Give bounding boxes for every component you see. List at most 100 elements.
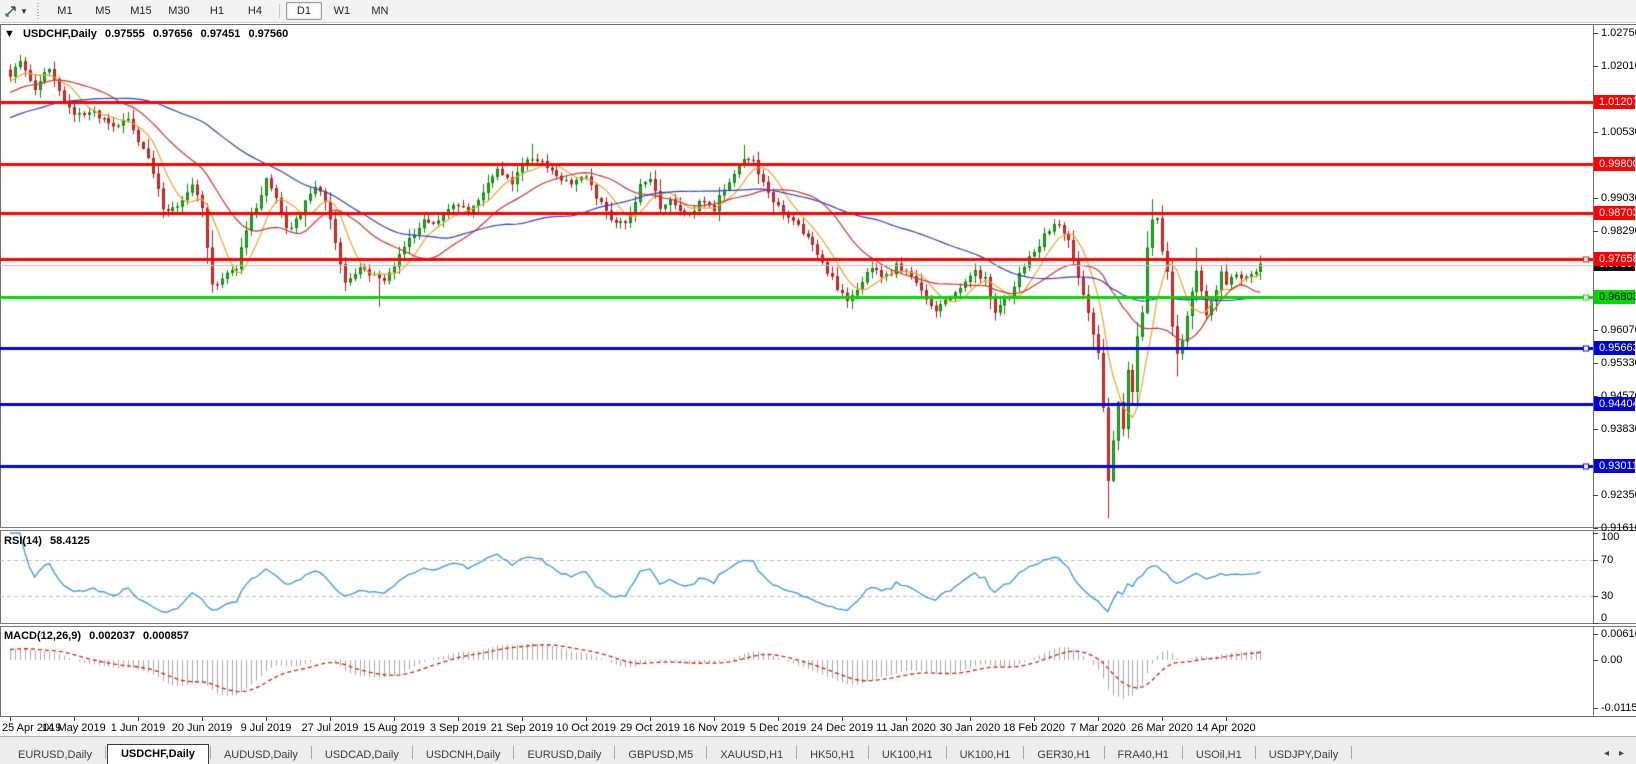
date-tick-label: 21 Sep 2019 — [490, 722, 554, 734]
chart-tab-hk50-h1[interactable]: HK50,H1 — [798, 746, 867, 764]
chart-tab-gbpusd-m5[interactable]: GBPUSD,M5 — [616, 746, 705, 764]
date-tick-mark — [457, 717, 459, 721]
hline-price-label: 1.01207 — [1594, 94, 1636, 109]
timeframe-button-m5[interactable]: M5 — [85, 2, 121, 20]
price-tick-mark — [1593, 131, 1598, 133]
rsi-tick-mark — [1593, 623, 1598, 624]
price-tick-mark — [1593, 33, 1598, 34]
chart-cursor-tool[interactable]: ▼ — [0, 2, 32, 20]
rsi-indicator-panel[interactable] — [0, 531, 1593, 623]
chart-tab-usdjpy-daily[interactable]: USDJPY,Daily — [1257, 746, 1351, 764]
tab-separator — [1351, 746, 1353, 759]
chart-tab-fra40-h1[interactable]: FRA40,H1 — [1106, 746, 1181, 764]
rsi-tick-label: 30 — [1601, 590, 1614, 602]
date-tick-label: 16 Nov 2019 — [682, 722, 746, 734]
chart-tab-eurusd-daily[interactable]: EURUSD,Daily — [515, 746, 613, 764]
price-tick-mark — [1593, 528, 1598, 529]
price-tick-label: 1.02750 — [1601, 27, 1636, 39]
tab-separator — [411, 746, 413, 759]
timeframe-button-mn[interactable]: MN — [362, 2, 398, 20]
date-tick-label: 15 Aug 2019 — [363, 722, 425, 734]
tab-separator — [945, 746, 947, 759]
rsi-tick-mark — [1593, 533, 1598, 534]
tab-separator — [310, 746, 312, 759]
date-tick-label: 9 Jul 2019 — [240, 722, 292, 734]
date-tick-mark — [905, 717, 907, 721]
chart-tab-xauusd-h1[interactable]: XAUUSD,H1 — [708, 746, 795, 764]
price-tick-mark — [1593, 429, 1598, 431]
price-tick-mark — [1593, 198, 1598, 200]
date-tick-mark — [585, 717, 587, 721]
timeframe-button-h4[interactable]: H4 — [237, 2, 273, 20]
hline-price-label: 0.98703 — [1594, 205, 1636, 220]
toolbar-grip — [35, 3, 40, 19]
timeframe-button-m30[interactable]: M30 — [161, 2, 197, 20]
chart-tab-usdcnh-daily[interactable]: USDCNH,Daily — [414, 746, 513, 764]
date-tick-mark — [713, 717, 715, 721]
date-tick-mark — [1097, 717, 1099, 721]
tab-separator — [867, 746, 869, 759]
timeframe-button-m1[interactable]: M1 — [47, 2, 83, 20]
chevron-down-icon[interactable]: ▼ — [20, 7, 28, 16]
chart-tab-audusd-daily[interactable]: AUDUSD,Daily — [212, 746, 310, 764]
date-tick-label: 26 Mar 2020 — [1131, 722, 1193, 734]
price-tick-mark — [1593, 329, 1598, 331]
tab-separator — [1023, 746, 1025, 759]
price-tick-label: 0.99030 — [1601, 192, 1636, 205]
chart-tab-uk100-h1[interactable]: UK100,H1 — [948, 746, 1023, 764]
hline-price-label: 0.99800 — [1594, 157, 1636, 172]
hline-price-label: 0.94404 — [1594, 396, 1636, 411]
tabs-scroll-right-icon[interactable]: ▸ — [1619, 748, 1624, 759]
tab-separator — [209, 746, 211, 759]
date-tick-label: 27 Jul 2019 — [301, 722, 359, 734]
title-low: 0.97451 — [200, 28, 241, 40]
date-tick-mark — [649, 717, 651, 721]
date-tick-label: 11 Jan 2020 — [876, 722, 936, 734]
date-tick-label: 29 Oct 2019 — [620, 722, 680, 734]
chart-tab-usoil-h1[interactable]: USOil,H1 — [1184, 746, 1254, 764]
macd-tick-mark — [1593, 634, 1598, 636]
chart-tab-ger30-h1[interactable]: GER30,H1 — [1025, 746, 1102, 764]
rsi-tick-label: 70 — [1601, 554, 1614, 566]
timeframe-button-w1[interactable]: W1 — [324, 2, 360, 20]
macd-tick-label: 0.00 — [1601, 654, 1623, 666]
rsi-name: RSI(14) — [4, 535, 42, 547]
date-tick-mark — [841, 717, 843, 721]
chart-tab-usdcad-daily[interactable]: USDCAD,Daily — [313, 746, 411, 764]
timeframe-button-h1[interactable]: H1 — [199, 2, 235, 20]
date-tick-label: 5 Dec 2019 — [749, 722, 807, 734]
date-tick-label: 7 Mar 2020 — [1070, 722, 1126, 734]
date-tick-mark — [10, 717, 11, 721]
rsi-value: 58.4125 — [49, 535, 90, 547]
chart-tab-uk100-h1[interactable]: UK100,H1 — [870, 746, 945, 764]
macd-tick-mark — [1593, 707, 1598, 709]
macd-tick-label: 0.006167 — [1601, 628, 1636, 641]
price-tick-label: 1.00530 — [1601, 125, 1636, 138]
date-tick-label: 3 Sep 2019 — [429, 722, 487, 734]
price-tick-mark — [1593, 231, 1598, 233]
date-tick-label: 30 Jan 2020 — [939, 722, 1001, 734]
chart-title[interactable]: ▼ USDCHF,Daily 0.97555 0.97656 0.97451 0… — [4, 28, 293, 40]
timeframe-button-d1[interactable]: D1 — [285, 2, 322, 20]
tab-separator — [796, 746, 798, 759]
macd-signal-value: 0.000857 — [143, 630, 189, 642]
macd-tick-mark — [1593, 660, 1598, 661]
date-tick-mark — [137, 717, 139, 721]
date-axis[interactable]: 25 Apr 2019 14 May 2019 1 Jun 2019 20 Jun 2… — [0, 717, 1636, 736]
chart-tab-eurusd-daily[interactable]: EURUSD,Daily — [6, 746, 104, 764]
title-open: 0.97555 — [104, 28, 145, 40]
title-collapse-icon[interactable]: ▼ — [4, 28, 15, 40]
tab-separator — [614, 746, 616, 759]
main-price-chart[interactable] — [0, 25, 1593, 527]
chart-tabbar: EURUSD,Daily USDCHF,Daily AUDUSD,Daily USDC… — [0, 736, 1636, 764]
date-tick-label: 18 Feb 2020 — [1003, 722, 1065, 734]
tabs-scroll-left-icon[interactable]: ◂ — [1604, 748, 1609, 759]
chart-tab-usdchf-daily[interactable]: USDCHF,Daily — [106, 744, 209, 764]
macd-indicator-panel[interactable] — [0, 627, 1593, 716]
mt4-window: ▼ M1 M5 M15 M30 H1 H4 D1 W1 MN ▼ USDCHF,Daily 0.… — [0, 0, 1636, 764]
date-tick-mark — [73, 717, 75, 721]
timeframe-button-m15[interactable]: M15 — [123, 2, 159, 20]
date-tick-mark — [521, 717, 523, 721]
date-tick-mark — [393, 717, 395, 721]
timeframe-toolbar: ▼ M1 M5 M15 M30 H1 H4 D1 W1 MN — [0, 0, 1636, 23]
